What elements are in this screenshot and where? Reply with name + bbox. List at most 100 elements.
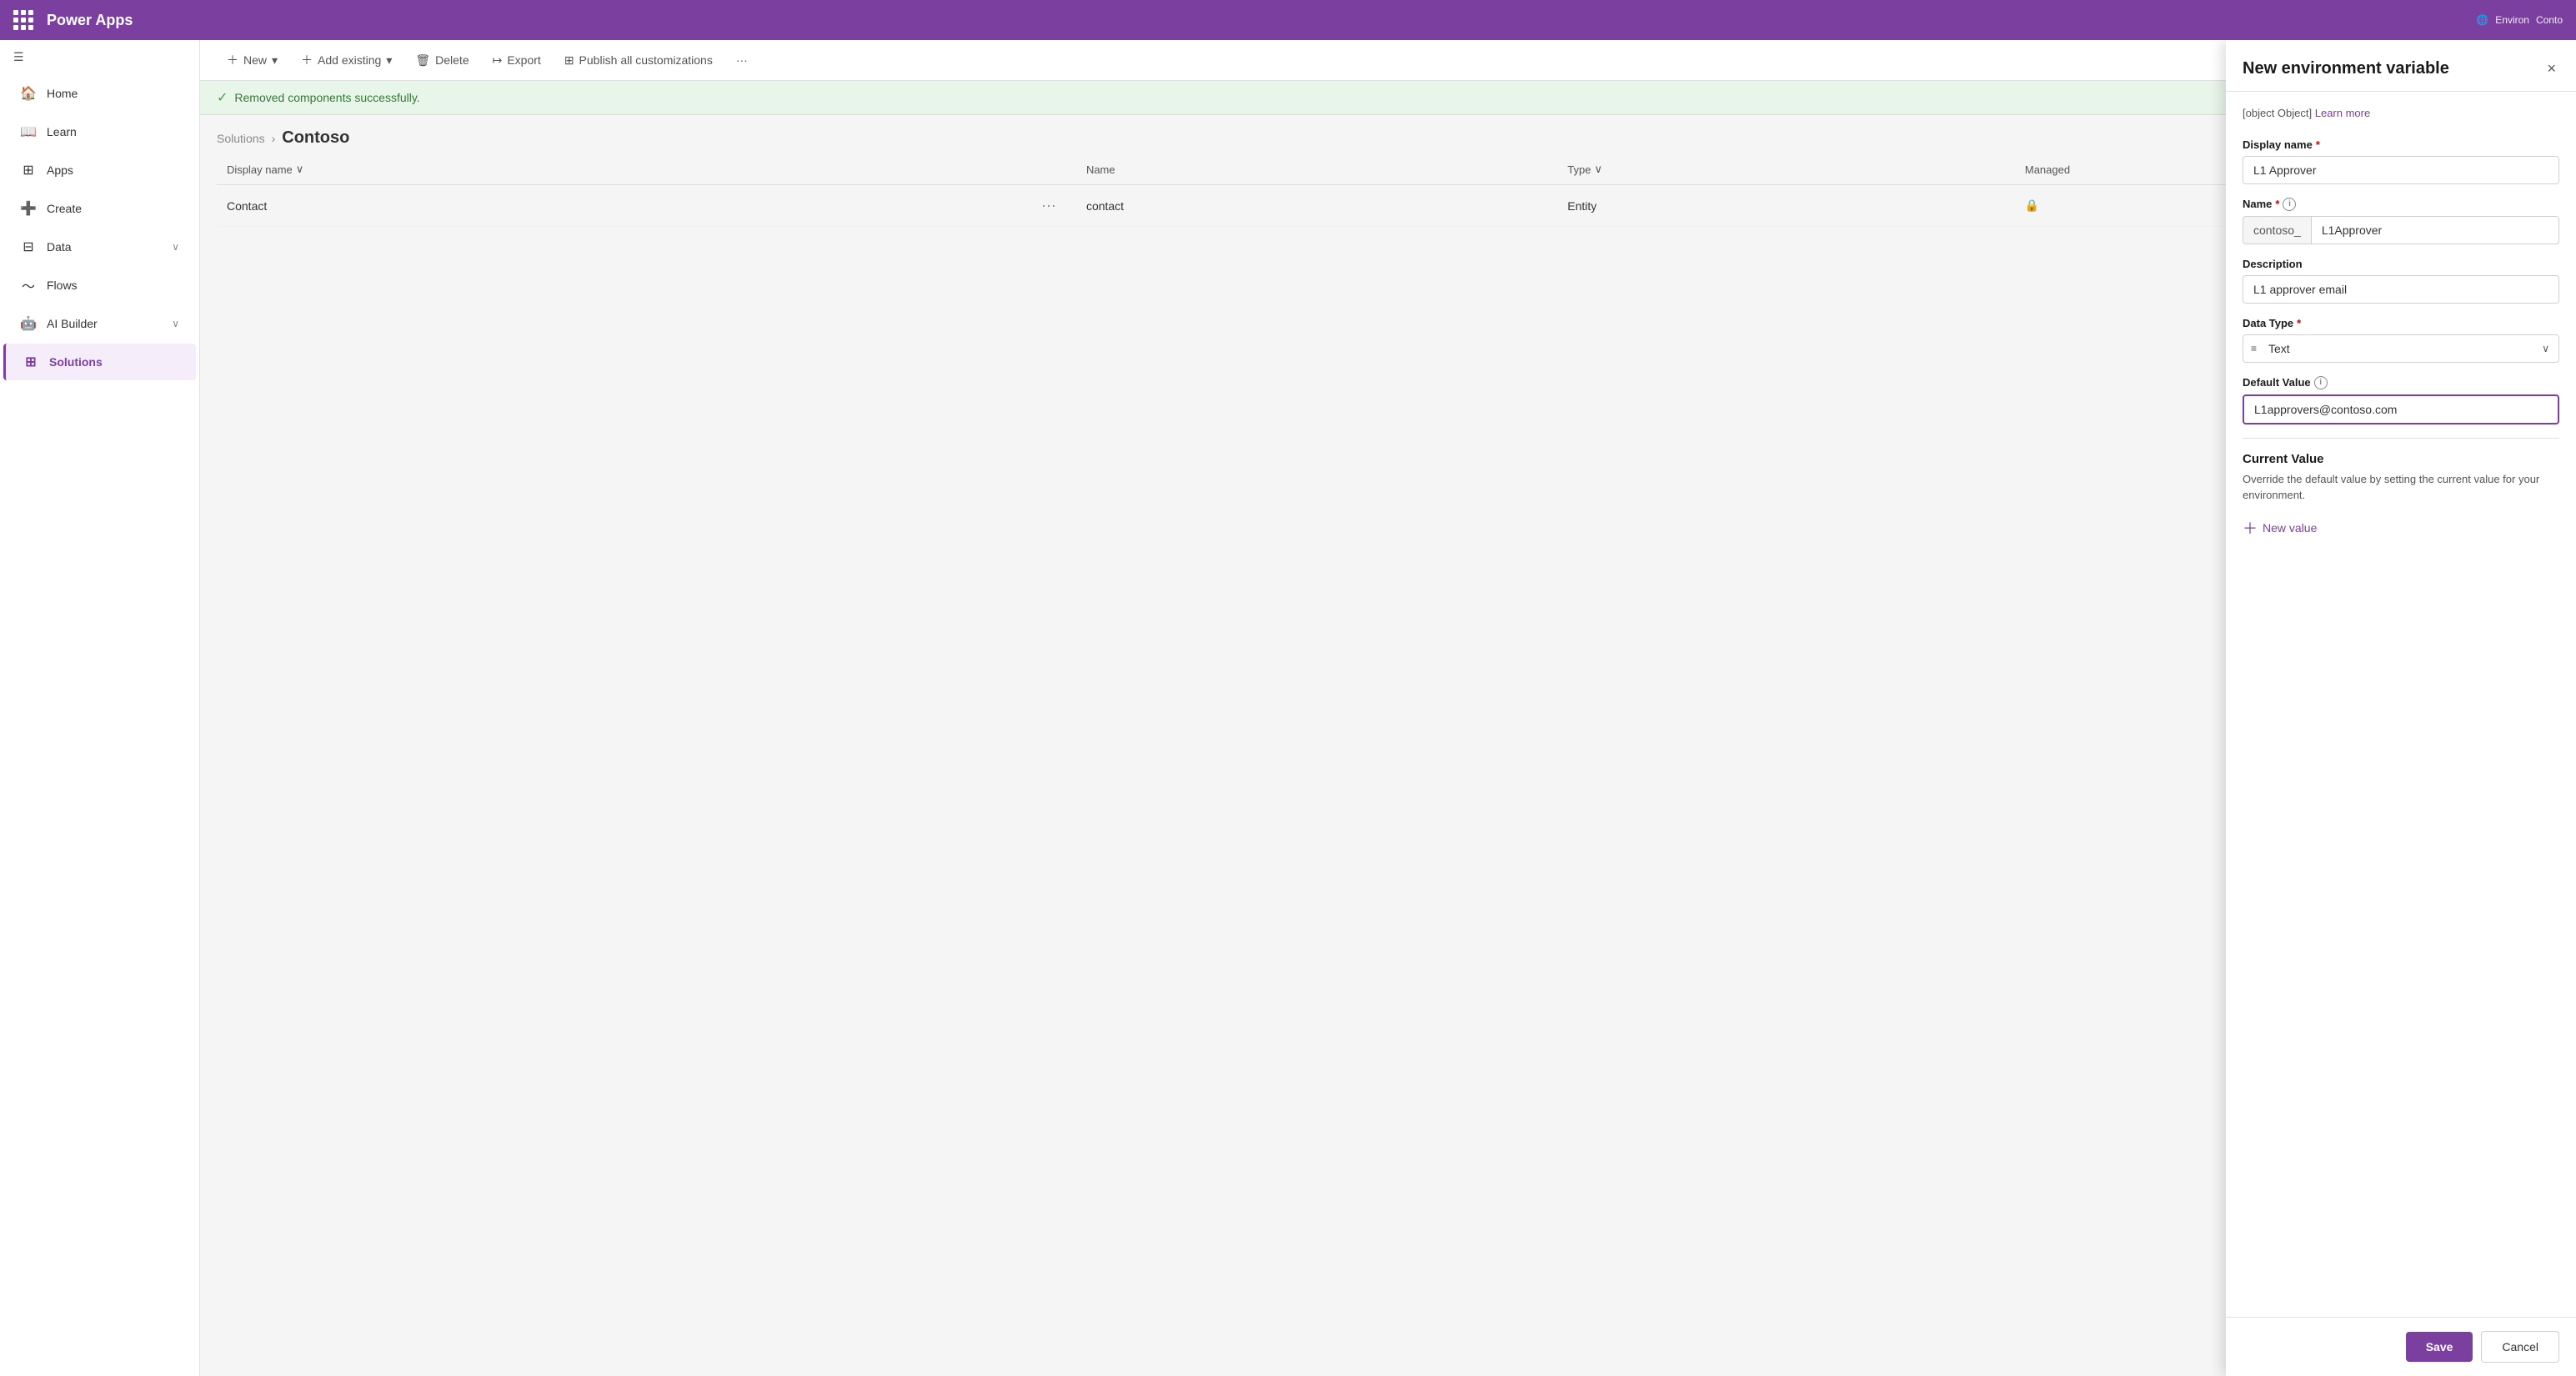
col-header-actions xyxy=(1026,154,1076,185)
current-value-section: Current Value Override the default value… xyxy=(2243,452,2559,542)
sidebar-item-solutions-label: Solutions xyxy=(49,355,103,369)
data-type-label: Data Type * xyxy=(2243,317,2559,329)
panel-close-button[interactable]: × xyxy=(2543,57,2559,81)
learn-icon: 📖 xyxy=(20,123,37,140)
default-value-input[interactable] xyxy=(2243,394,2559,424)
environment-icon: 🌐 xyxy=(2476,14,2488,26)
ai-builder-chevron-icon: ∨ xyxy=(172,318,179,329)
add-existing-chevron-icon: ▾ xyxy=(386,53,392,68)
breadcrumb-parent[interactable]: Solutions xyxy=(217,132,265,145)
description-group: Description xyxy=(2243,258,2559,304)
ai-builder-icon: 🤖 xyxy=(20,315,37,332)
export-label: Export xyxy=(507,53,540,67)
add-existing-label: Add existing xyxy=(318,53,381,67)
save-button[interactable]: Save xyxy=(2406,1332,2473,1362)
display-name-sort-icon: ∨ xyxy=(296,163,304,176)
sidebar-item-learn[interactable]: 📖 Learn xyxy=(3,113,196,150)
apps-icon: ⊞ xyxy=(20,162,37,178)
col-header-display-name[interactable]: Display name ∨ xyxy=(217,154,1026,185)
export-button[interactable]: ↦ Export xyxy=(483,48,551,73)
sidebar-item-apps[interactable]: ⊞ Apps xyxy=(3,152,196,188)
waffle-menu[interactable] xyxy=(13,10,33,30)
publish-button[interactable]: ⊞ Publish all customizations xyxy=(554,48,723,73)
learn-more-link[interactable]: Learn more xyxy=(2315,107,2370,119)
data-type-select[interactable]: Text Number Boolean JSON xyxy=(2243,334,2559,363)
name-suffix-input[interactable] xyxy=(2311,216,2559,244)
display-name-input[interactable] xyxy=(2243,156,2559,184)
data-icon: ⊟ xyxy=(20,239,37,255)
breadcrumb: Solutions › Contoso xyxy=(200,115,2576,154)
success-message: Removed components successfully. xyxy=(234,91,419,104)
table-area: Display name ∨ Name Type ∨ xyxy=(200,154,2576,1376)
breadcrumb-current: Contoso xyxy=(282,128,349,148)
panel-footer: Save Cancel xyxy=(2226,1317,2576,1376)
new-button[interactable]: ＋ New ▾ xyxy=(217,47,288,73)
new-value-button[interactable]: ＋ New value xyxy=(2243,514,2317,542)
publish-label: Publish all customizations xyxy=(579,53,713,67)
panel-divider xyxy=(2243,438,2559,439)
data-chevron-icon: ∨ xyxy=(172,241,179,253)
delete-label: Delete xyxy=(435,53,469,67)
data-type-select-wrapper: ≡ Text Number Boolean JSON ∨ xyxy=(2243,334,2559,363)
name-input-group: contoso_ xyxy=(2243,216,2559,244)
lock-icon: 🔒 xyxy=(2025,198,2039,212)
sidebar-item-learn-label: Learn xyxy=(47,125,77,138)
content-area: ＋ New ▾ ＋ Add existing ▾ 🗑 Delete ↦ Expo… xyxy=(200,40,2576,1376)
panel-header: New environment variable × xyxy=(2226,40,2576,92)
col-header-type[interactable]: Type ∨ xyxy=(1557,154,2015,185)
name-label: Name * i xyxy=(2243,198,2559,211)
data-type-group: Data Type * ≡ Text Number Boolean JSON ∨ xyxy=(2243,317,2559,363)
current-value-desc: Override the default value by setting th… xyxy=(2243,471,2559,504)
description-label: Description xyxy=(2243,258,2559,270)
sidebar-item-home[interactable]: 🏠 Home xyxy=(3,75,196,112)
topbar: Power Apps 🌐 Environ Conto xyxy=(0,0,2576,40)
sidebar-item-ai-builder[interactable]: 🤖 AI Builder ∨ xyxy=(3,305,196,342)
sidebar-item-data[interactable]: ⊟ Data ∨ xyxy=(3,228,196,265)
sidebar-item-flows[interactable]: 〜 Flows xyxy=(3,267,196,304)
home-icon: 🏠 xyxy=(20,85,37,102)
col-header-name[interactable]: Name xyxy=(1076,154,1557,185)
default-value-label: Default Value i xyxy=(2243,376,2559,389)
display-name-required: * xyxy=(2316,138,2320,151)
name-info-icon[interactable]: i xyxy=(2283,198,2296,211)
type-sort-icon: ∨ xyxy=(1594,163,1602,176)
sidebar-item-home-label: Home xyxy=(47,87,78,100)
data-type-required: * xyxy=(2297,317,2301,329)
main-layout: ☰ 🏠 Home 📖 Learn ⊞ Apps ➕ Create ⊟ Data … xyxy=(0,40,2576,1376)
sidebar-toggle-btn[interactable]: ☰ xyxy=(0,40,199,74)
cancel-button[interactable]: Cancel xyxy=(2481,1331,2559,1363)
more-button[interactable]: ··· xyxy=(726,48,758,72)
table-row: Contact ··· contact Entity 🔒 xyxy=(217,185,2559,227)
sidebar-item-create[interactable]: ➕ Create xyxy=(3,190,196,227)
panel-description: [object Object] Learn more xyxy=(2243,105,2559,122)
display-name-label: Display name * xyxy=(2243,138,2559,151)
display-name-group: Display name * xyxy=(2243,138,2559,184)
delete-button[interactable]: 🗑 Delete xyxy=(405,48,479,73)
new-value-label: New value xyxy=(2263,521,2317,535)
default-value-info-icon[interactable]: i xyxy=(2314,376,2328,389)
success-banner: ✓ Removed components successfully. xyxy=(200,81,2576,115)
right-panel: New environment variable × [object Objec… xyxy=(2226,40,2576,1376)
environment-name: Conto xyxy=(2536,14,2563,26)
plus-icon: ＋ xyxy=(227,52,238,68)
sidebar-item-solutions[interactable]: ⊞ Solutions xyxy=(3,344,196,380)
default-value-group: Default Value i xyxy=(2243,376,2559,424)
sidebar-item-data-label: Data xyxy=(47,240,72,254)
data-table: Display name ∨ Name Type ∨ xyxy=(217,154,2559,227)
sidebar-item-flows-label: Flows xyxy=(47,279,78,292)
description-input[interactable] xyxy=(2243,275,2559,304)
row-actions-button[interactable]: ··· xyxy=(1036,195,1061,216)
cell-name: contact xyxy=(1076,185,1557,227)
name-group: Name * i contoso_ xyxy=(2243,198,2559,244)
sidebar-item-create-label: Create xyxy=(47,202,82,215)
flows-icon: 〜 xyxy=(20,277,37,294)
export-icon: ↦ xyxy=(493,53,503,68)
data-type-prefix-icon: ≡ xyxy=(2251,343,2257,354)
cell-display-name: Contact xyxy=(217,185,1026,227)
sidebar-item-ai-builder-label: AI Builder xyxy=(47,317,98,330)
breadcrumb-separator: › xyxy=(272,132,276,145)
cell-type: Entity xyxy=(1557,185,2015,227)
name-prefix: contoso_ xyxy=(2243,216,2311,244)
add-existing-button[interactable]: ＋ Add existing ▾ xyxy=(291,47,402,73)
environment-label: Environ xyxy=(2495,14,2529,26)
